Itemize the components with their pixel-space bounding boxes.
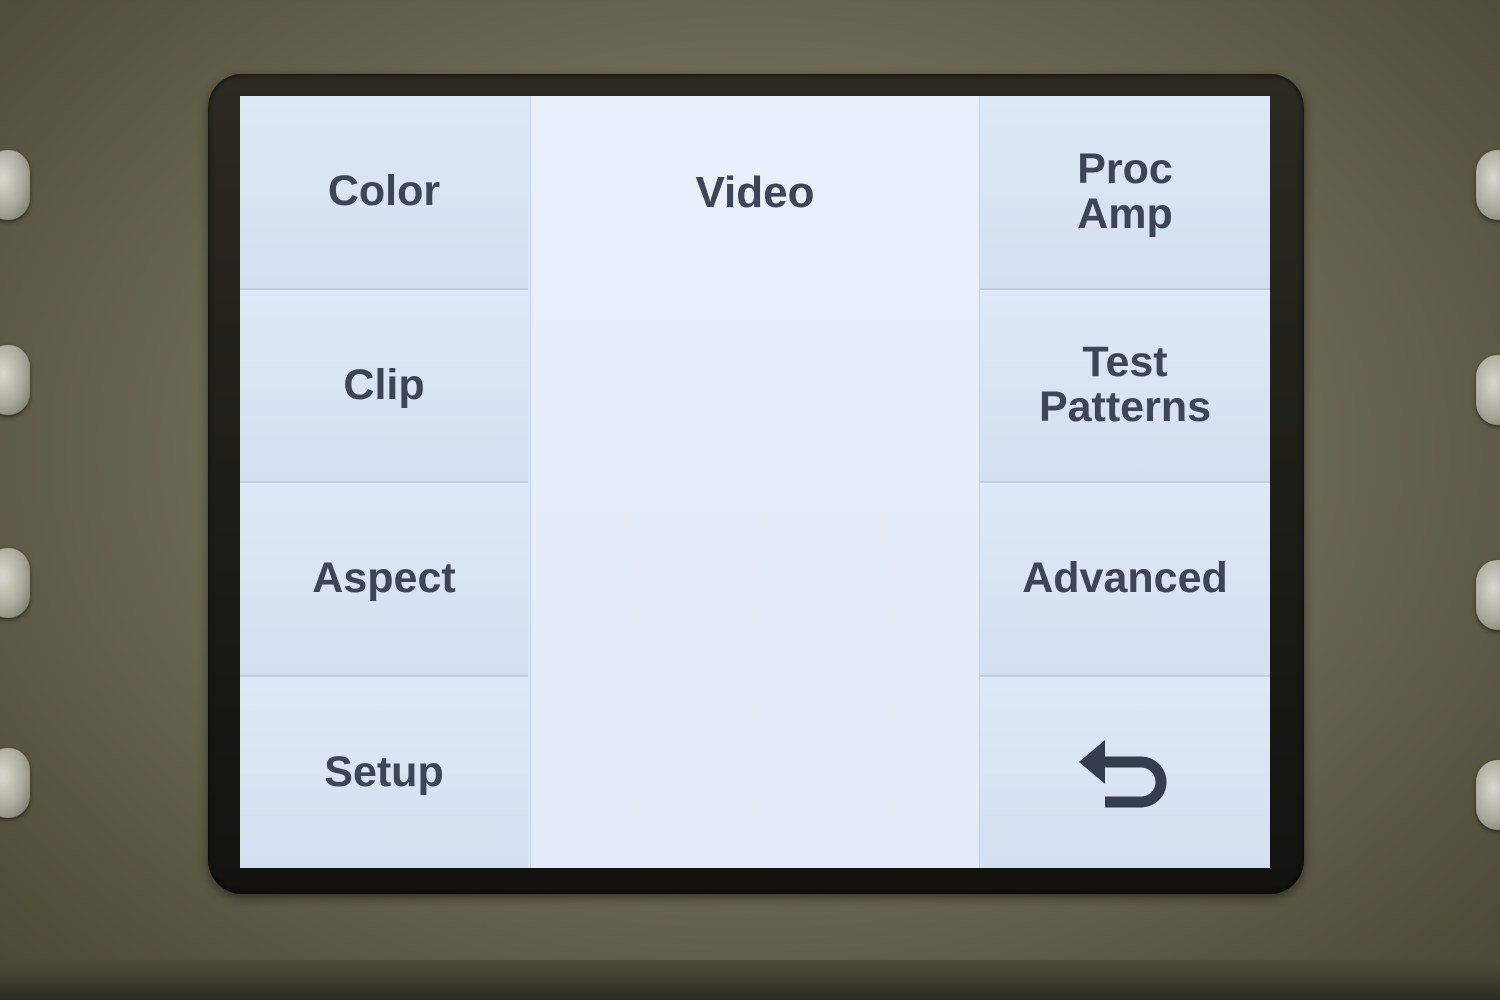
right-hardware-key-1[interactable] <box>1476 150 1500 220</box>
left-menu: Color Clip Aspect Setup <box>240 96 528 868</box>
aspect-button-label: Aspect <box>312 554 456 603</box>
right-hardware-key-4[interactable] <box>1476 760 1500 830</box>
lcd-screen: Color Clip Aspect Setup Video Proc Amp T… <box>240 96 1270 868</box>
aspect-button[interactable]: Aspect <box>240 483 528 677</box>
center-panel: Video <box>530 96 980 868</box>
left-hardware-key-3[interactable] <box>0 548 30 618</box>
proc-amp-button[interactable]: Proc Amp <box>980 96 1270 290</box>
left-hardware-key-4[interactable] <box>0 748 30 818</box>
advanced-button-label: Advanced <box>1022 554 1228 603</box>
clip-button[interactable]: Clip <box>240 289 528 483</box>
advanced-button[interactable]: Advanced <box>980 483 1270 677</box>
test-patterns-button-label: Test Patterns <box>1038 338 1212 432</box>
proc-amp-button-label: Proc Amp <box>1077 144 1173 238</box>
left-hardware-key-2[interactable] <box>0 345 30 415</box>
back-button[interactable] <box>980 676 1270 868</box>
setup-button-label: Setup <box>324 747 444 796</box>
right-menu: Proc Amp Test Patterns Advanced <box>980 96 1270 868</box>
setup-button[interactable]: Setup <box>240 676 528 868</box>
right-hardware-key-2[interactable] <box>1476 355 1500 425</box>
page-title: Video <box>695 168 815 217</box>
clip-button-label: Clip <box>343 360 425 409</box>
left-hardware-key-1[interactable] <box>0 150 30 220</box>
color-button-label: Color <box>327 167 441 216</box>
device-edge <box>0 960 1500 1000</box>
test-patterns-button[interactable]: Test Patterns <box>980 289 1270 483</box>
back-arrow-icon <box>1075 732 1175 812</box>
color-button[interactable]: Color <box>240 96 528 290</box>
right-hardware-key-3[interactable] <box>1476 560 1500 630</box>
